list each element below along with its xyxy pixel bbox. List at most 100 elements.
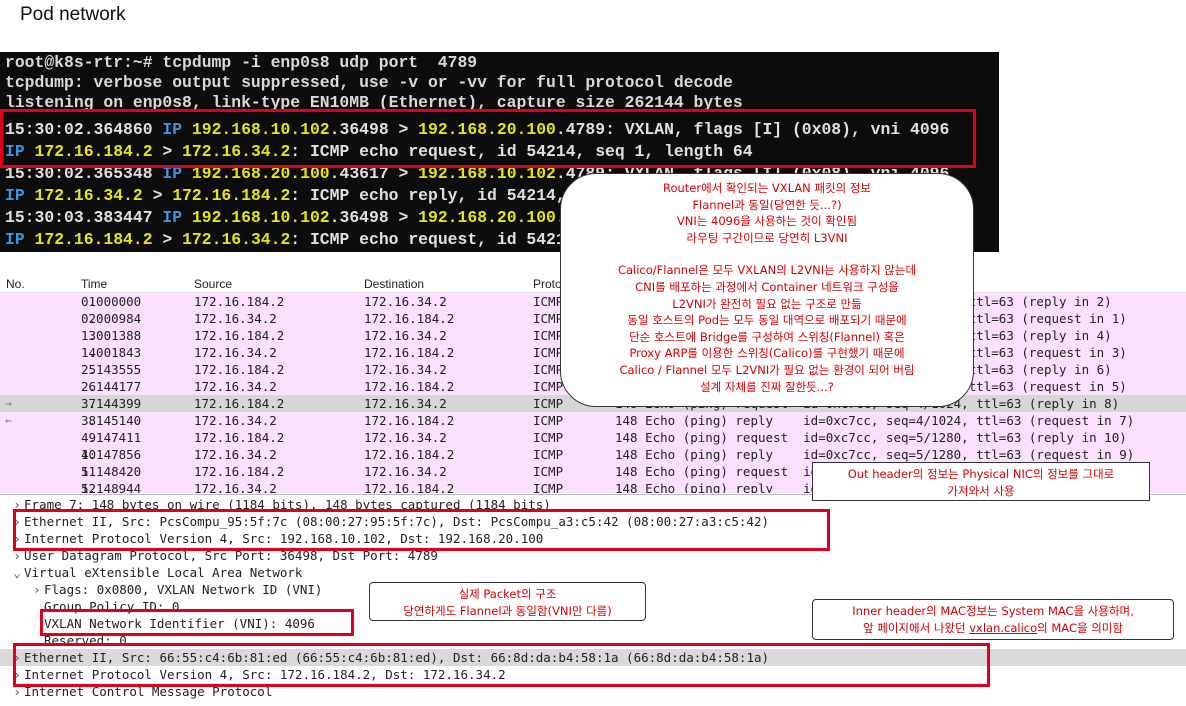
packet-destination: 172.16.34.2 bbox=[364, 464, 447, 479]
callout-text-line: 단순 호스트에 Bridge를 구성하여 스위칭(Flannel) 혹은 bbox=[629, 329, 905, 344]
terminal-token: IP bbox=[5, 186, 25, 205]
highlight-box-vni bbox=[40, 609, 354, 636]
terminal-token: 172.16.184.2 bbox=[34, 230, 153, 249]
packet-source: 172.16.184.2 bbox=[194, 362, 285, 377]
packet-protocol: ICMP bbox=[533, 396, 564, 411]
packet-source: 172.16.34.2 bbox=[194, 345, 277, 360]
packet-destination: 172.16.184.2 bbox=[364, 345, 455, 360]
callout-outer-header: Out header의 정보는 Physical NIC의 정보를 그대로 가져… bbox=[812, 462, 1150, 501]
terminal-token: 172.16.34.2 bbox=[182, 230, 291, 249]
packet-protocol: ICMP bbox=[533, 311, 564, 326]
packet-destination: 172.16.184.2 bbox=[364, 481, 455, 493]
terminal-command: root@k8s-rtr:~# tcpdump -i enp0s8 udp po… bbox=[5, 53, 478, 72]
packet-info: 148 Echo (ping) reply id=0xc7cc, seq=5/1… bbox=[615, 447, 1135, 462]
callout-text-line: Proxy ARP를 이용한 스위칭(Calico)를 구현했기 때문에 bbox=[629, 346, 905, 361]
terminal-token: 192.168.20.100 bbox=[418, 208, 556, 227]
col-time-header[interactable]: Time bbox=[81, 277, 107, 291]
highlight-box-outer-header bbox=[13, 509, 830, 551]
terminal-token: IP bbox=[162, 208, 183, 227]
packet-time: 2.144177 bbox=[81, 379, 142, 394]
callout-text-line bbox=[561, 246, 973, 262]
packet-destination: 172.16.34.2 bbox=[364, 328, 447, 343]
terminal-token: IP bbox=[5, 230, 25, 249]
packet-info: 148 Echo (ping) reply id=0xc7cc, seq=4/1… bbox=[615, 413, 1135, 428]
packet-time: 5.148944 bbox=[81, 481, 142, 493]
packet-source: 172.16.184.2 bbox=[194, 328, 285, 343]
terminal-token: 172.16.34.2 bbox=[34, 186, 143, 205]
callout-router-vxlan: Router에서 확인되는 VXLAN 패킷의 정보 Flannel과 동일(당연… bbox=[560, 173, 974, 407]
packet-info: 148 Echo (ping) request id=0xc7cc, seq=5… bbox=[615, 430, 1127, 445]
packet-protocol: ICMP bbox=[533, 413, 564, 428]
packet-time: 3.144399 bbox=[81, 396, 142, 411]
packet-destination: 172.16.184.2 bbox=[364, 311, 455, 326]
packet-time: 4.147856 bbox=[81, 447, 142, 462]
terminal-token: > bbox=[152, 230, 183, 249]
packet-source: 172.16.184.2 bbox=[194, 396, 285, 411]
packet-protocol: ICMP bbox=[533, 464, 564, 479]
packet-time: 0.000000 bbox=[81, 294, 142, 309]
detail-vxlan[interactable]: ⌄ Virtual eXtensible Local Area Network bbox=[10, 564, 302, 581]
terminal-token: .36498 > bbox=[329, 208, 419, 227]
terminal-token: 192.168.10.102 bbox=[191, 208, 330, 227]
packet-row[interactable]: 10 4.147856 172.16.34.2 172.16.184.2 ICMP 148… bbox=[0, 446, 1186, 463]
packet-protocol: ICMP bbox=[533, 481, 564, 493]
chevron-right-icon[interactable]: › bbox=[30, 581, 44, 598]
callout-text-line: Calico / Flannel 모두 L2VNI가 필요 없는 환경이 되어 … bbox=[619, 362, 915, 377]
detail-vxlan-flags[interactable]: › Flags: 0x0800, VXLAN Network ID (VNI) bbox=[30, 581, 322, 598]
packet-destination: 172.16.34.2 bbox=[364, 396, 447, 411]
chevron-down-icon[interactable]: ⌄ bbox=[10, 564, 24, 581]
highlight-box-inner-header bbox=[13, 643, 990, 687]
packet-destination: 172.16.34.2 bbox=[364, 362, 447, 377]
col-no-header[interactable]: No. bbox=[6, 277, 25, 291]
packet-protocol: ICMP bbox=[533, 379, 564, 394]
packet-destination: 172.16.184.2 bbox=[364, 447, 455, 462]
packet-protocol: ICMP bbox=[533, 345, 564, 360]
packet-protocol: ICMP bbox=[533, 294, 564, 309]
arrow-left-icon: ← bbox=[5, 414, 12, 427]
packet-source: 172.16.184.2 bbox=[194, 294, 285, 309]
packet-time: 0.000984 bbox=[81, 311, 142, 326]
terminal-token: > bbox=[142, 186, 173, 205]
packet-protocol: ICMP bbox=[533, 362, 564, 377]
arrow-right-icon: → bbox=[5, 397, 12, 410]
packet-time: 4.147411 bbox=[81, 430, 142, 445]
callout-inner-header: Inner header의 MAC정보는 System MAC을 사용하며, 앞… bbox=[812, 599, 1174, 640]
packet-source: 172.16.34.2 bbox=[194, 413, 277, 428]
packet-time: 1.001843 bbox=[81, 345, 142, 360]
packet-source: 172.16.184.2 bbox=[194, 430, 285, 445]
packet-time: 2.143555 bbox=[81, 362, 142, 377]
terminal-token: 15:30:03.383447 bbox=[5, 208, 153, 227]
packet-time: 1.001388 bbox=[81, 328, 142, 343]
packet-destination: 172.16.184.2 bbox=[364, 379, 455, 394]
callout-text-line: 라우팅 구간이므로 당연히 L3VNI bbox=[686, 230, 848, 245]
callout-text-line: Router에서 확인되는 VXLAN 패킷의 정보 bbox=[663, 181, 871, 195]
col-source-header[interactable]: Source bbox=[194, 277, 232, 291]
callout-text-line: L2VNI가 완전히 필요 없는 구조로 만듦 bbox=[672, 296, 862, 311]
packet-row[interactable]: 9 4.147411 172.16.184.2 172.16.34.2 ICMP 148 … bbox=[0, 429, 1186, 446]
page-title: Pod network bbox=[20, 4, 126, 25]
packet-time: 3.145140 bbox=[81, 413, 142, 428]
callout-packet-structure: 실제 Packet의 구조 당연하게도 Flannel과 동일함(VNI만 다름… bbox=[369, 582, 646, 621]
packet-row[interactable]: 8 3.145140 172.16.34.2 172.16.184.2 ICMP 148 … bbox=[0, 412, 1186, 429]
packet-destination: 172.16.34.2 bbox=[364, 294, 447, 309]
callout-text-line: VNI는 4096을 사용하는 것이 확인됨 bbox=[676, 214, 858, 229]
packet-protocol: ICMP bbox=[533, 447, 564, 462]
callout-text-line: 설계 자체를 진짜 잘한듯...? bbox=[700, 379, 834, 394]
packet-destination: 172.16.184.2 bbox=[364, 413, 455, 428]
packet-protocol: ICMP bbox=[533, 430, 564, 445]
callout-text-line: Calico/Flannel은 모두 VXLAN의 L2VNI는 사용하지 않는… bbox=[617, 263, 917, 278]
packet-source: 172.16.34.2 bbox=[194, 481, 277, 493]
packet-time: 5.148420 bbox=[81, 464, 142, 479]
packet-source: 172.16.34.2 bbox=[194, 311, 277, 326]
callout-text-line: 동일 호스트의 Pod는 모두 동일 대역으로 배포되기 때문에 bbox=[627, 313, 907, 328]
highlight-box-vxlan-packet bbox=[0, 109, 976, 168]
col-protocol-header[interactable]: Proto bbox=[533, 277, 562, 291]
packet-protocol: ICMP bbox=[533, 328, 564, 343]
packet-source: 172.16.34.2 bbox=[194, 447, 277, 462]
terminal-token: 172.16.184.2 bbox=[172, 186, 291, 205]
col-destination-header[interactable]: Destination bbox=[364, 277, 424, 291]
terminal-verbose-line: tcpdump: verbose output suppressed, use … bbox=[5, 73, 733, 92]
packet-source: 172.16.184.2 bbox=[194, 464, 285, 479]
callout-text-line: CNI를 배포하는 과정에서 Container 네트워크 구성을 bbox=[635, 279, 899, 294]
packet-destination: 172.16.34.2 bbox=[364, 430, 447, 445]
